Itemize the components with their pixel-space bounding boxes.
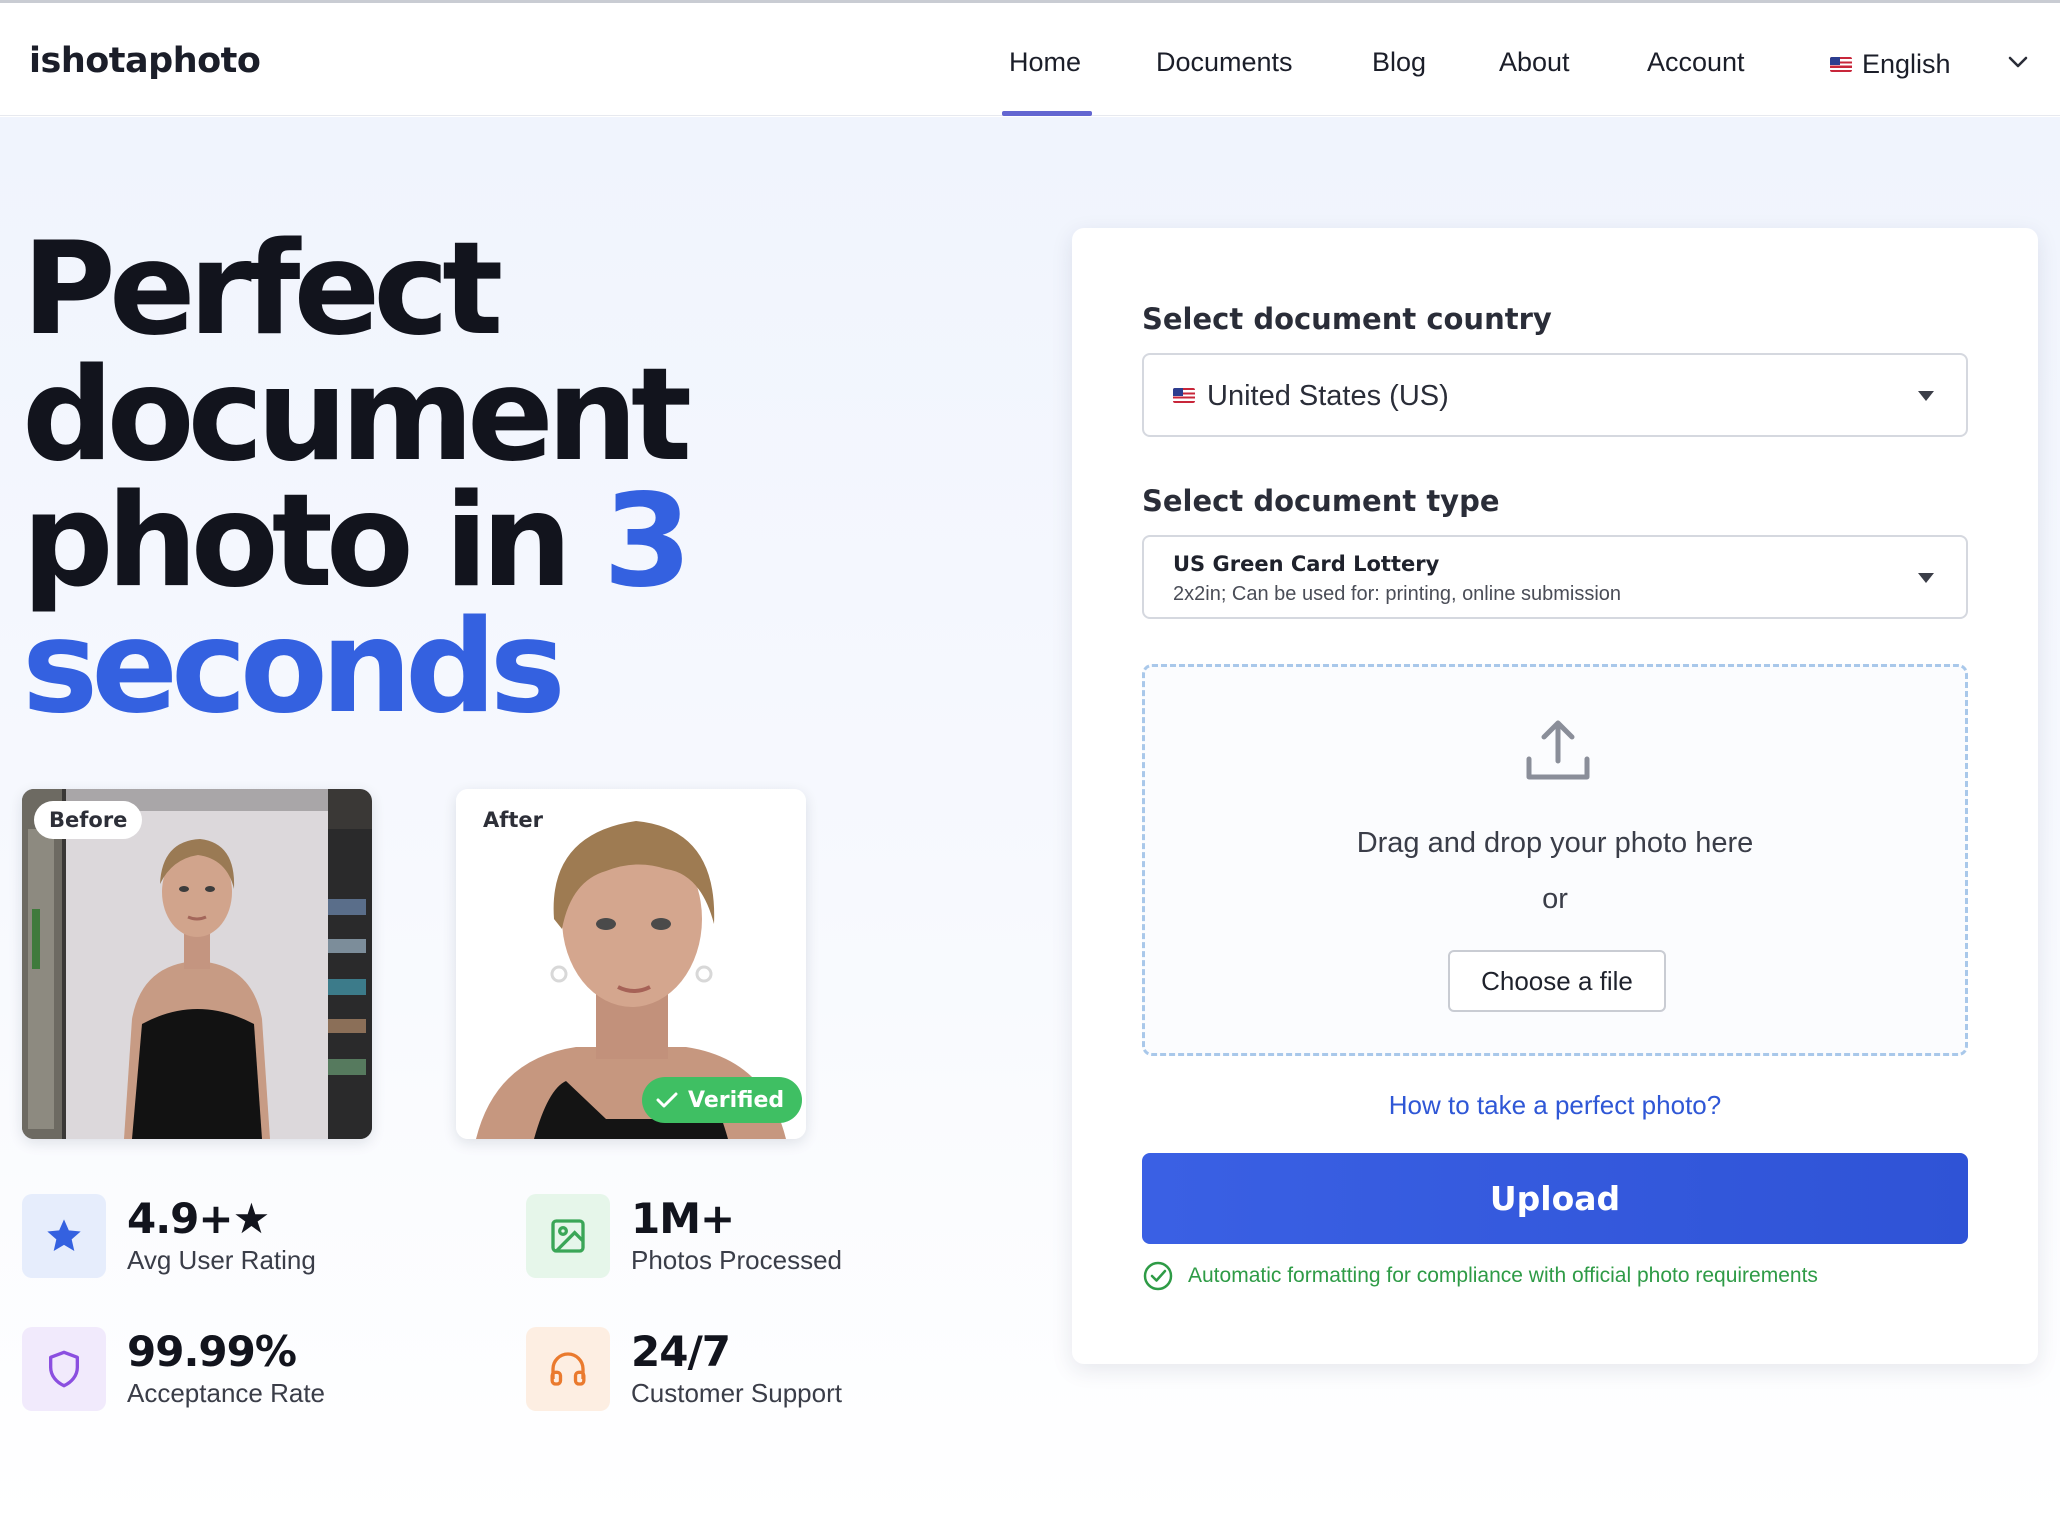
stat-rating: 4.9+★ Avg User Rating xyxy=(22,1194,316,1278)
hero-section: Perfect document photo in 3 seconds Befo… xyxy=(0,117,2060,1526)
drop-or: or xyxy=(1542,883,1568,915)
image-icon xyxy=(526,1194,610,1278)
country-select-value: United States (US) xyxy=(1207,380,1449,412)
drop-instruction: Drag and drop your photo here xyxy=(1356,827,1754,859)
stat-rating-label: Avg User Rating xyxy=(127,1245,316,1275)
nav-blog[interactable]: Blog xyxy=(1372,47,1426,78)
headphones-icon xyxy=(526,1327,610,1411)
nav-about[interactable]: About xyxy=(1499,47,1570,78)
upload-button[interactable]: Upload xyxy=(1142,1153,1968,1244)
country-label: Select document country xyxy=(1142,302,1552,336)
star-icon xyxy=(22,1194,106,1278)
compliance-note: Automatic formatting for compliance with… xyxy=(1142,1260,1818,1292)
document-type-label: Select document type xyxy=(1142,484,1500,518)
stat-acceptance-value: 99.99% xyxy=(127,1327,297,1376)
stat-support-value: 24/7 xyxy=(631,1327,731,1376)
stat-photos-label: Photos Processed xyxy=(631,1245,843,1275)
active-nav-indicator xyxy=(1002,111,1092,116)
site-header: ishotaphoto Home Documents Blog About Ac… xyxy=(0,3,2060,116)
caret-down-icon xyxy=(1918,391,1934,401)
language-label: English xyxy=(1862,49,1951,79)
how-to-photo-link[interactable]: How to take a perfect photo? xyxy=(1072,1090,2038,1121)
headline-accent-word: seconds xyxy=(22,593,566,742)
after-photo: After Verified xyxy=(456,789,806,1139)
upload-icon xyxy=(1526,720,1590,780)
stat-acceptance-label: Acceptance Rate xyxy=(127,1378,326,1408)
nav-home[interactable]: Home xyxy=(1009,47,1081,78)
us-flag-icon xyxy=(1173,388,1195,403)
stat-acceptance: 99.99% Acceptance Rate xyxy=(22,1327,325,1411)
headline-accent-number: 3 xyxy=(602,467,692,616)
site-logo[interactable]: ishotaphoto xyxy=(29,41,261,81)
hero-headline: Perfect document photo in 3 seconds xyxy=(22,226,922,732)
country-select[interactable]: United States (US) xyxy=(1142,353,1968,437)
document-form-card: Select document country United States (U… xyxy=(1072,228,2038,1364)
check-circle-icon xyxy=(1143,1261,1173,1291)
verified-badge: Verified xyxy=(642,1077,803,1123)
document-type-subtitle: 2x2in; Can be used for: printing, online… xyxy=(1173,583,1622,605)
headline-text: Perfect document photo in xyxy=(22,215,692,616)
caret-down-icon xyxy=(1918,573,1934,583)
before-photo-image xyxy=(22,789,372,1139)
nav-documents[interactable]: Documents xyxy=(1156,47,1293,78)
choose-file-button[interactable]: Choose a file xyxy=(1448,950,1666,1012)
document-type-title: US Green Card Lottery xyxy=(1173,552,1440,576)
before-photo: Before xyxy=(22,789,372,1139)
us-flag-icon xyxy=(1830,57,1852,72)
check-icon xyxy=(656,1092,678,1108)
photo-dropzone[interactable]: Drag and drop your photo here or Choose … xyxy=(1142,664,1968,1056)
chevron-down-icon[interactable] xyxy=(2004,51,2032,73)
verified-label: Verified xyxy=(688,1087,785,1113)
language-selector[interactable]: English xyxy=(1830,49,1951,80)
stat-photos: 1M+ Photos Processed xyxy=(526,1194,842,1278)
nav-account[interactable]: Account xyxy=(1647,47,1745,78)
compliance-text: Automatic formatting for compliance with… xyxy=(1188,1264,1818,1287)
document-type-select[interactable]: US Green Card Lottery 2x2in; Can be used… xyxy=(1142,535,1968,619)
after-label: After xyxy=(468,801,559,839)
stat-photos-value: 1M+ xyxy=(631,1194,735,1243)
stat-support: 24/7 Customer Support xyxy=(526,1327,842,1411)
before-label: Before xyxy=(34,801,143,839)
shield-icon xyxy=(22,1327,106,1411)
stat-rating-value: 4.9+★ xyxy=(127,1194,270,1243)
stat-support-label: Customer Support xyxy=(631,1378,842,1408)
